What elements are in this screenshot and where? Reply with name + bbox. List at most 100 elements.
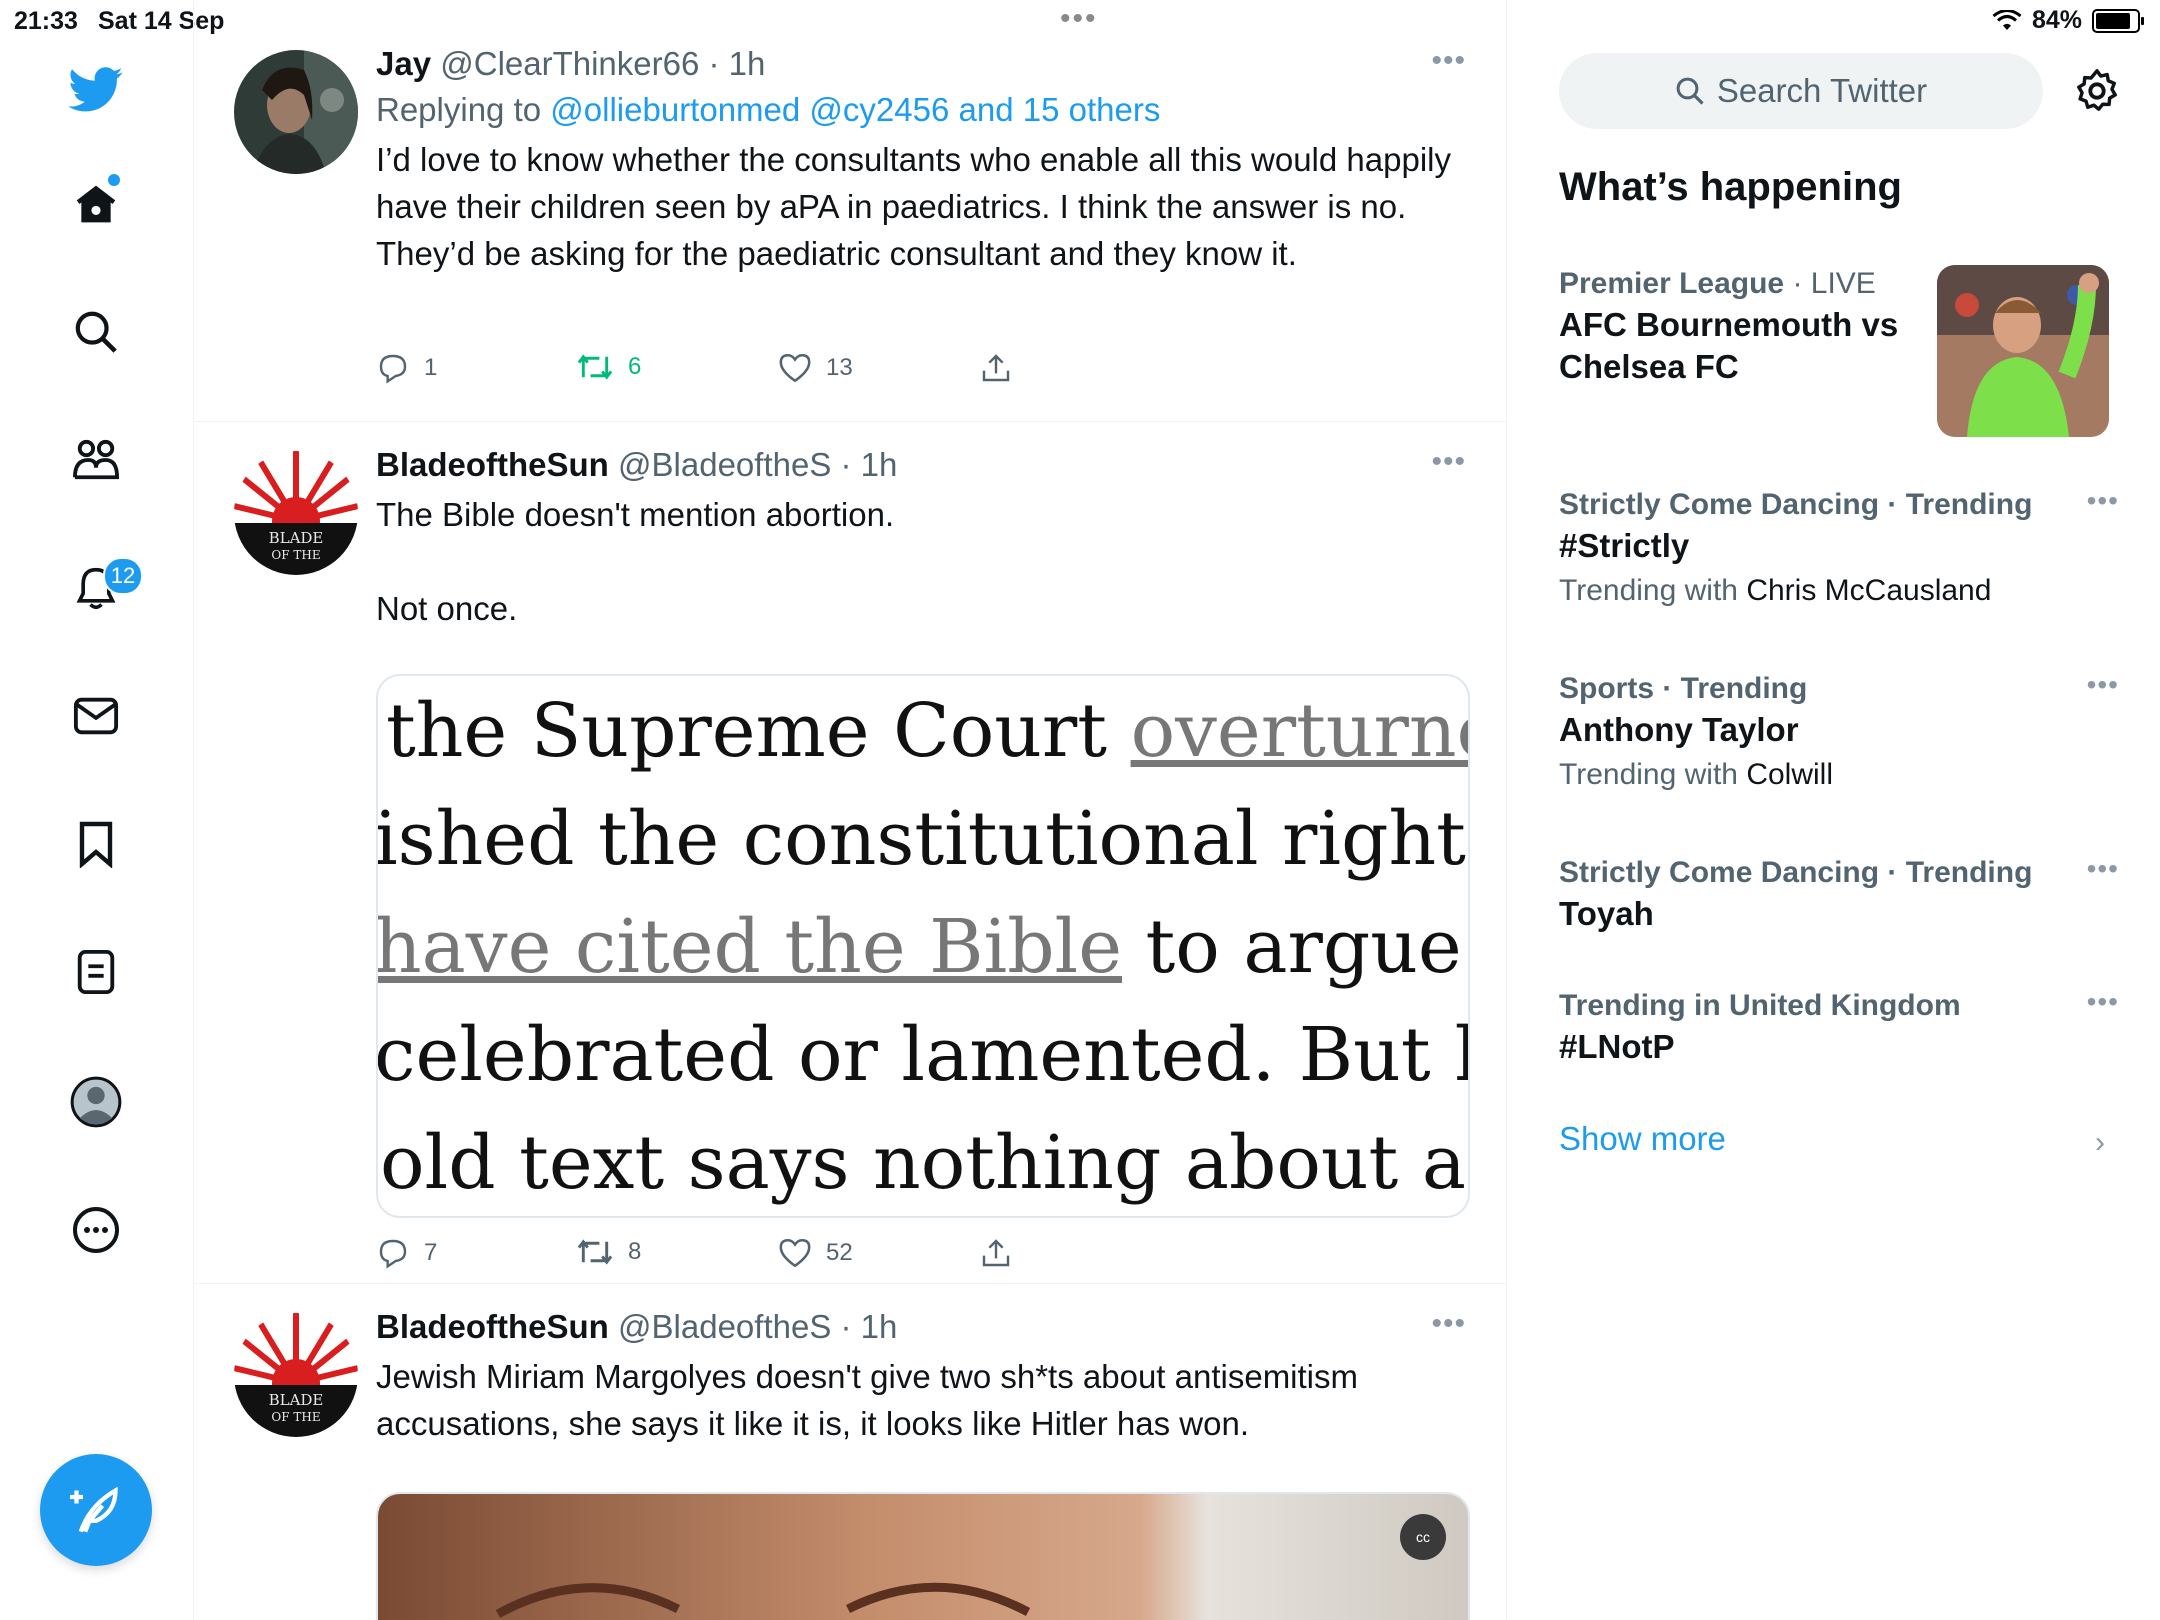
tweet-more-icon[interactable]: ••• (1431, 1307, 1466, 1341)
trend-title: AFC Bournemouth vs Chelsea FC (1559, 306, 1899, 385)
tweet-text: Jewish Miriam Margolyes doesn't give two… (376, 1358, 1368, 1442)
like-button[interactable]: 52 (778, 1237, 853, 1269)
search-placeholder: Search Twitter (1716, 72, 1928, 109)
whats-happening-title: What’s happening (1559, 165, 1902, 209)
more-options-icon[interactable] (66, 1200, 126, 1260)
left-nav: 12 (0, 0, 194, 1620)
video-thumbnail (378, 1494, 1468, 1620)
tweet-header: BladeoftheSun @BladeoftheS · 1h (376, 445, 1466, 485)
closed-captions-icon[interactable]: cc (1400, 1514, 1446, 1560)
show-more-link[interactable]: Show more (1559, 1120, 1726, 1158)
reply-count: 7 (424, 1239, 438, 1266)
tweet-time[interactable]: · 1h (841, 1308, 898, 1345)
tweet-time[interactable]: · 1h (709, 45, 766, 82)
share-button[interactable] (980, 1237, 1012, 1269)
author-name[interactable]: BladeoftheSun (376, 446, 609, 483)
retweet-icon (577, 1239, 613, 1265)
trend-thumbnail[interactable] (1937, 265, 2109, 437)
trend-category: Strictly Come Dancing · Trending (1559, 856, 2033, 889)
image-text-line: celebrated or lamented. But her (378, 1012, 1468, 1098)
image-text-line: have cited the Bible to argue wh (378, 904, 1468, 990)
retweet-count: 8 (628, 1238, 642, 1265)
tweet-more-icon[interactable]: ••• (1431, 44, 1466, 78)
svg-text:BLADE: BLADE (269, 529, 324, 547)
svg-text:OF THE: OF THE (271, 1410, 320, 1424)
trend-category: Sports · Trending (1559, 672, 1808, 705)
trend-with: Trending with Chris McCausland (1559, 574, 1992, 607)
tweet[interactable]: Jay @ClearThinker66 · 1h ••• Replying to… (194, 0, 1506, 422)
avatar[interactable]: BLADE OF THE (234, 1313, 358, 1437)
trend-title: Anthony Taylor (1559, 711, 1799, 748)
retweet-button[interactable]: 8 (576, 1237, 641, 1267)
retweet-button[interactable]: 6 (576, 352, 641, 382)
like-count: 13 (826, 354, 853, 381)
tweet-video[interactable]: cc (376, 1492, 1470, 1620)
share-icon (982, 354, 1010, 382)
author-handle[interactable]: @ClearThinker66 (440, 45, 699, 82)
tweet[interactable]: BLADE OF THE BladeoftheSun @BladeoftheS ·… (194, 1283, 1506, 1620)
lists-icon[interactable] (66, 942, 126, 1002)
tweet-image[interactable]: the Supreme Court overturned ished the c… (376, 674, 1470, 1218)
reply-icon (379, 1239, 407, 1269)
share-button[interactable] (980, 352, 1012, 384)
author-handle[interactable]: @BladeoftheS (618, 446, 831, 483)
svg-text:OF THE: OF THE (271, 548, 320, 562)
communities-icon[interactable] (66, 430, 126, 490)
retweet-icon (577, 354, 613, 380)
like-heart-icon (779, 353, 811, 383)
image-text-line: ished the constitutional right to (378, 796, 1468, 882)
replying-to-prefix: Replying to (376, 91, 542, 128)
trend-more-icon[interactable]: ••• (2087, 986, 2119, 1018)
reply-button[interactable]: 7 (376, 1237, 437, 1269)
trend-more-icon[interactable]: ••• (2087, 669, 2119, 701)
avatar[interactable] (234, 50, 358, 174)
chevron-right-icon[interactable]: › (2095, 1126, 2105, 1160)
replying-to-users[interactable]: @ollieburtonmed @cy2456 and 15 others (550, 91, 1160, 128)
trend-more-icon[interactable]: ••• (2087, 485, 2119, 517)
notifications-badge: 12 (103, 557, 143, 595)
tweet-text: I’d love to know whether the consultants… (376, 141, 1461, 272)
trend-title: #LNotP (1559, 1028, 1675, 1065)
search-twitter-field[interactable]: Search Twitter (1559, 53, 2043, 129)
search-icon (1676, 77, 1704, 105)
reply-button[interactable]: 1 (376, 352, 437, 384)
author-name[interactable]: BladeoftheSun (376, 1308, 609, 1345)
trend-category: Strictly Come Dancing · Trending (1559, 488, 2033, 521)
like-heart-icon (779, 1238, 811, 1268)
tweet-text: The Bible doesn't mention abortion. Not … (376, 496, 895, 627)
right-sidebar: Search Twitter What’s happening Premier … (1507, 0, 2160, 1620)
author-handle[interactable]: @BladeoftheS (618, 1308, 831, 1345)
image-text-line: old text says nothing about abo (380, 1120, 1468, 1206)
trend-item[interactable]: Trending in United Kingdom ••• #LNotP (1559, 986, 2119, 1068)
avatar[interactable]: BLADE OF THE (234, 451, 358, 575)
messages-icon[interactable] (66, 686, 126, 746)
image-text-line: the Supreme Court overturned (386, 688, 1468, 774)
trend-item[interactable]: Strictly Come Dancing · Trending ••• #St… (1559, 485, 2119, 611)
settings-gear-icon[interactable] (2074, 68, 2120, 114)
profile-avatar-icon[interactable] (66, 1072, 126, 1132)
reply-count: 1 (424, 354, 438, 381)
svg-text:BLADE: BLADE (269, 1391, 324, 1409)
tweet-more-icon[interactable]: ••• (1431, 445, 1466, 479)
home-unread-dot (108, 174, 120, 186)
tweet-body: BladeoftheSun @BladeoftheS · 1h ••• The … (376, 445, 1470, 1269)
trend-category: Trending in United Kingdom (1559, 989, 1961, 1022)
tweet-time[interactable]: · 1h (841, 446, 898, 483)
trend-item[interactable]: Sports · Trending ••• Anthony Taylor Tre… (1559, 669, 2119, 795)
trend-more-icon[interactable]: ••• (2087, 853, 2119, 885)
compose-tweet-button[interactable] (40, 1454, 152, 1566)
timeline[interactable]: Jay @ClearThinker66 · 1h ••• Replying to… (194, 0, 1507, 1620)
tweet-actions: 1 6 13 (376, 352, 1076, 392)
retweet-count: 6 (628, 353, 642, 380)
tweet[interactable]: BLADE OF THE BladeoftheSun @BladeoftheS ·… (194, 421, 1506, 1284)
author-name[interactable]: Jay (376, 45, 431, 82)
replying-to: Replying to @ollieburtonmed @cy2456 and … (376, 90, 1466, 130)
tweet-actions: 7 8 52 (376, 1237, 1076, 1277)
tweet-body: BladeoftheSun @BladeoftheS · 1h ••• Jewi… (376, 1307, 1470, 1620)
reply-icon (379, 354, 407, 384)
like-button[interactable]: 13 (778, 352, 853, 384)
bookmarks-icon[interactable] (66, 814, 126, 874)
trend-item[interactable]: Strictly Come Dancing · Trending ••• Toy… (1559, 853, 2119, 935)
search-icon[interactable] (66, 302, 126, 362)
twitter-logo-icon[interactable] (66, 60, 126, 120)
